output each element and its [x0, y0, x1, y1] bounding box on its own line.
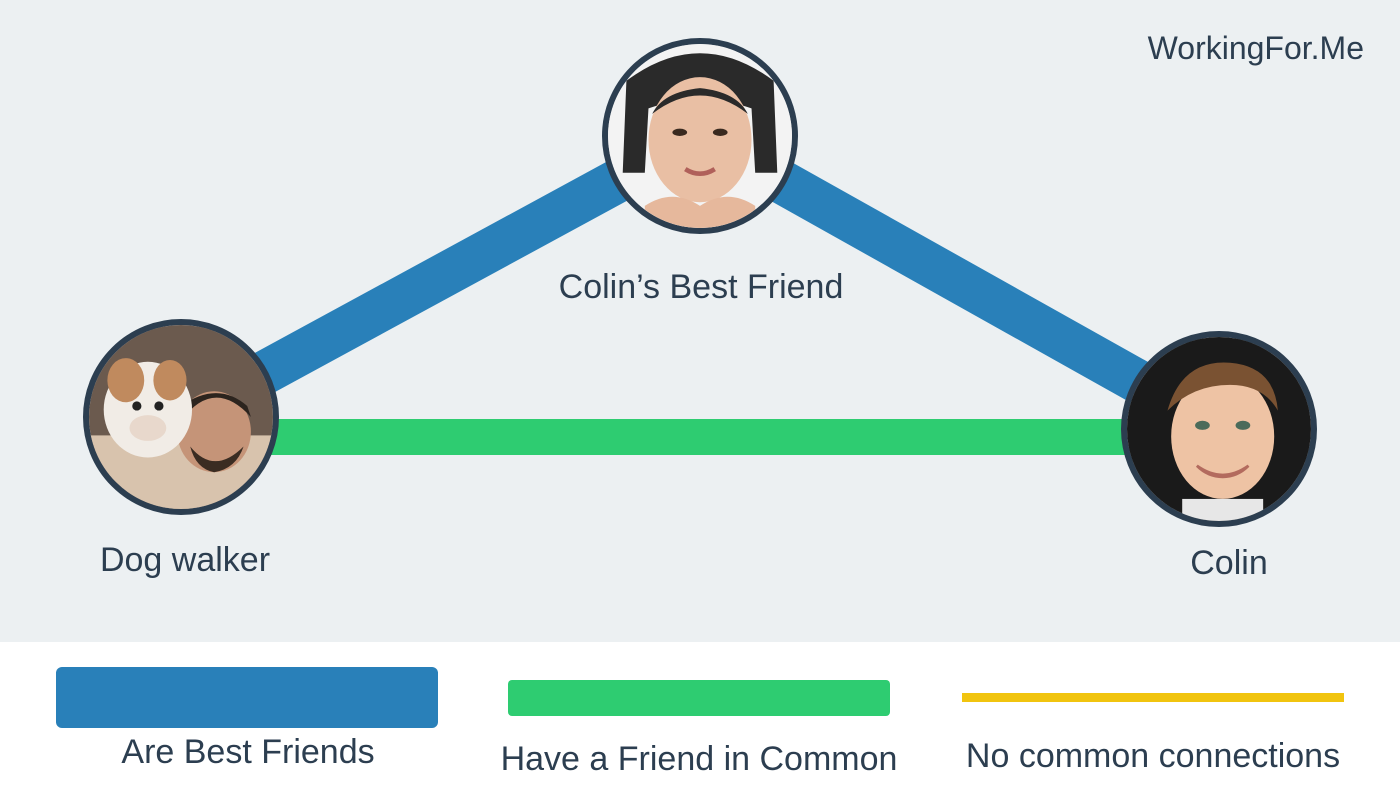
avatar-dog-walker[interactable] [83, 319, 279, 515]
legend-label-best-friends: Are Best Friends [121, 733, 375, 771]
legend-label-no-common: No common connections [965, 737, 1341, 775]
avatar-colin[interactable] [1121, 331, 1317, 527]
node-label-dog-walker: Dog walker [99, 541, 271, 579]
brand-logo[interactable]: WorkingFor.Me [1148, 30, 1364, 67]
avatar-best-friend[interactable] [602, 38, 798, 234]
man-with-bulldog-photo-icon [89, 325, 273, 509]
node-label-colin: Colin [1190, 544, 1268, 582]
woman-photo-icon [608, 44, 792, 228]
legend-label-friend-in-common: Have a Friend in Common [500, 740, 898, 778]
node-label-best-friend: Colin’s Best Friend [558, 268, 844, 306]
young-man-photo-icon [1127, 337, 1311, 521]
legend-swatch-no-common [962, 693, 1344, 702]
legend-swatch-best-friends [56, 667, 438, 728]
legend-swatch-friend-in-common [508, 680, 890, 716]
